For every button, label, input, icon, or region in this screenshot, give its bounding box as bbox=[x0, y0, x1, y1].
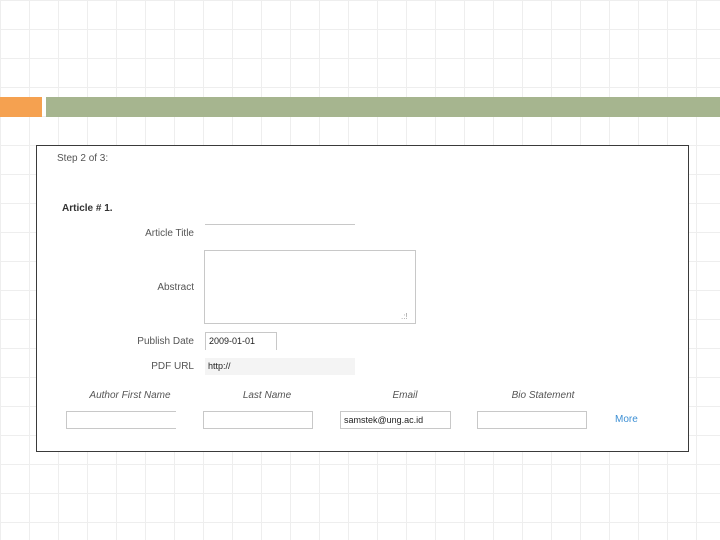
author-first-name-header: Author First Name bbox=[89, 390, 171, 401]
email-input[interactable]: samstek@ung.ac.id bbox=[340, 411, 451, 429]
slide-accent-bar-green bbox=[46, 97, 720, 117]
step-indicator: Step 2 of 3: bbox=[57, 153, 109, 164]
slide-accent-bar-orange bbox=[0, 97, 42, 117]
bio-statement-input[interactable] bbox=[477, 411, 587, 429]
resize-grip-icon[interactable]: .:! bbox=[401, 312, 408, 321]
form-screenshot: Step 2 of 3: Article # 1. Article Title … bbox=[36, 145, 689, 452]
article-title-input[interactable] bbox=[205, 224, 355, 242]
pdf-url-label: PDF URL bbox=[151, 361, 194, 372]
pdf-url-input[interactable]: http:// bbox=[205, 358, 355, 375]
publish-date-label: Publish Date bbox=[137, 336, 194, 347]
bio-statement-header: Bio Statement bbox=[511, 390, 575, 401]
last-name-input[interactable] bbox=[203, 411, 313, 429]
more-authors-link[interactable]: More bbox=[615, 414, 638, 425]
abstract-label: Abstract bbox=[157, 282, 194, 293]
email-header: Email bbox=[392, 390, 418, 401]
author-first-name-input[interactable] bbox=[66, 411, 176, 429]
publish-date-input[interactable]: 2009-01-01 bbox=[205, 332, 277, 350]
last-name-header: Last Name bbox=[242, 390, 292, 401]
article-heading: Article # 1. bbox=[62, 203, 113, 214]
article-title-label: Article Title bbox=[145, 228, 194, 239]
abstract-textarea[interactable] bbox=[204, 250, 416, 324]
